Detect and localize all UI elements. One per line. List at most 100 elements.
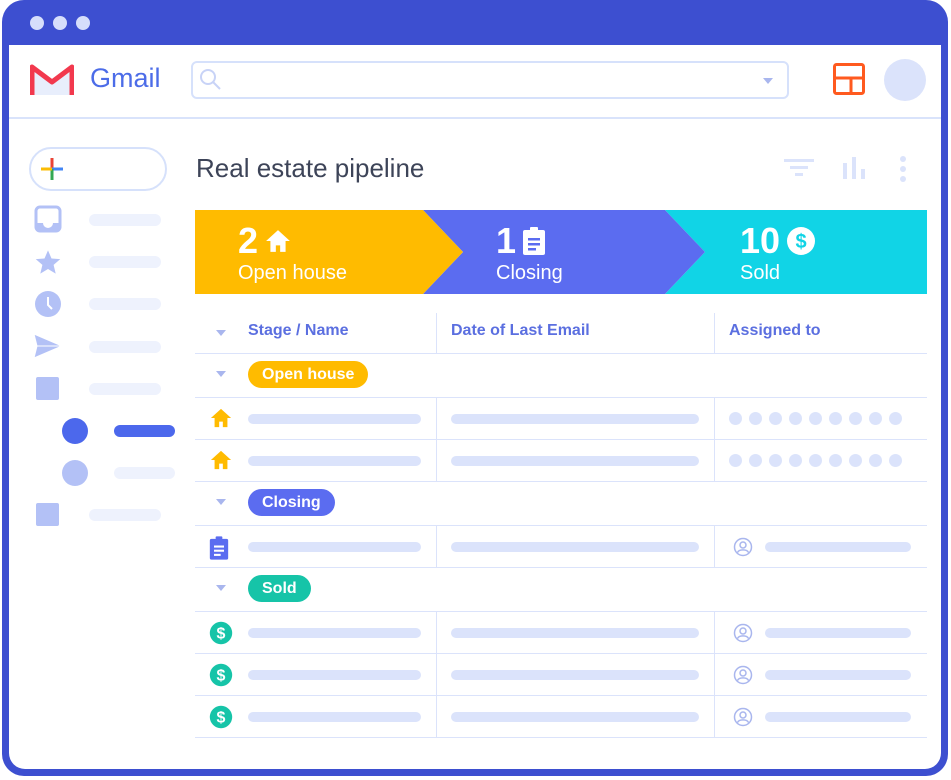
sort-caret-icon[interactable]	[216, 330, 226, 336]
square-icon[interactable]	[36, 503, 59, 526]
name-placeholder[interactable]	[248, 456, 421, 466]
assignee-placeholder-dot	[829, 454, 842, 467]
assignee-placeholder-dot	[889, 454, 902, 467]
inbox-icon[interactable]	[34, 205, 62, 233]
svg-text:$: $	[217, 626, 226, 643]
person-icon[interactable]	[733, 707, 753, 732]
name-placeholder[interactable]	[248, 414, 421, 424]
browser-window: Gmail Real estate pipeline 2 Open house …	[2, 0, 948, 776]
date-placeholder	[451, 414, 699, 424]
svg-text:$: $	[795, 231, 806, 253]
top-bar: Gmail	[9, 45, 941, 119]
dollar-icon: $	[209, 621, 233, 650]
circle-icon[interactable]	[62, 460, 88, 486]
row-divider	[195, 439, 927, 440]
window-dot[interactable]	[76, 16, 90, 30]
column-header-stage-name[interactable]: Stage / Name	[248, 322, 348, 340]
square-icon[interactable]	[36, 377, 59, 400]
date-placeholder	[451, 712, 699, 722]
assignee-placeholder-dot	[749, 412, 762, 425]
group-collapse-icon[interactable]	[216, 585, 226, 591]
clipboard-icon	[523, 227, 546, 255]
assignee-placeholder-dot	[729, 412, 742, 425]
column-divider	[714, 439, 715, 481]
column-divider	[436, 397, 437, 439]
filter-icon[interactable]	[783, 155, 815, 179]
layout-icon[interactable]	[833, 63, 865, 95]
pipeline-funnel: 2 Open house 1 Closing 10 $ Sold	[195, 210, 927, 294]
row-divider	[195, 737, 927, 738]
column-divider	[714, 313, 715, 353]
column-divider	[714, 653, 715, 695]
column-divider	[436, 695, 437, 737]
column-header-date-last-email[interactable]: Date of Last Email	[451, 322, 590, 340]
nav-label-active[interactable]	[114, 425, 175, 437]
window-dot[interactable]	[30, 16, 44, 30]
name-placeholder[interactable]	[248, 628, 421, 638]
name-placeholder[interactable]	[248, 542, 421, 552]
gmail-logo-icon[interactable]	[30, 63, 74, 97]
compose-button[interactable]	[29, 147, 167, 191]
column-divider	[436, 611, 437, 653]
stage-sold[interactable]: 10 $ Sold	[705, 210, 927, 294]
window-controls	[30, 16, 90, 30]
dollar-icon: $	[209, 705, 233, 734]
search-icon	[200, 69, 221, 90]
brand-name[interactable]: Gmail	[90, 63, 161, 94]
stage-label: Open house	[238, 262, 347, 284]
column-divider	[714, 611, 715, 653]
assignee-placeholder-dot	[789, 412, 802, 425]
stage-badge[interactable]: Sold	[248, 575, 311, 602]
nav-label-placeholder[interactable]	[89, 341, 161, 353]
assignee-placeholder-dot	[789, 454, 802, 467]
star-icon[interactable]	[34, 248, 62, 276]
nav-label-placeholder[interactable]	[89, 509, 161, 521]
stage-closing[interactable]: 1 Closing	[463, 210, 663, 294]
column-divider	[436, 313, 437, 353]
assignee-placeholder	[765, 628, 911, 638]
stage-open-house[interactable]: 2 Open house	[195, 210, 423, 294]
column-divider	[714, 525, 715, 567]
row-divider	[195, 695, 927, 696]
stage-count: 2	[238, 220, 259, 261]
circle-icon-active[interactable]	[62, 418, 88, 444]
column-divider	[714, 695, 715, 737]
stage-count: 10	[740, 220, 781, 261]
stage-badge[interactable]: Closing	[248, 489, 335, 516]
send-icon[interactable]	[33, 333, 63, 359]
avatar[interactable]	[884, 59, 926, 101]
nav-label-placeholder[interactable]	[89, 298, 161, 310]
person-icon[interactable]	[733, 537, 753, 562]
row-divider	[195, 653, 927, 654]
dropdown-caret-icon[interactable]	[763, 78, 773, 84]
assignee-placeholder	[765, 670, 911, 680]
group-collapse-icon[interactable]	[216, 371, 226, 377]
assignee-placeholder-dot	[749, 454, 762, 467]
search-input[interactable]	[191, 61, 789, 99]
window-dot[interactable]	[53, 16, 67, 30]
assignee-placeholder-dot	[769, 412, 782, 425]
nav-label-placeholder[interactable]	[89, 256, 161, 268]
stage-badge[interactable]: Open house	[248, 361, 369, 388]
person-icon[interactable]	[733, 665, 753, 690]
bar-chart-icon[interactable]	[841, 155, 869, 181]
clock-icon[interactable]	[34, 290, 62, 318]
assignee-placeholder-dot	[849, 412, 862, 425]
assignee-placeholder-dot	[729, 454, 742, 467]
house-icon	[209, 449, 233, 476]
name-placeholder[interactable]	[248, 670, 421, 680]
nav-label-placeholder[interactable]	[114, 467, 175, 479]
group-collapse-icon[interactable]	[216, 499, 226, 505]
column-header-assigned-to[interactable]: Assigned to	[729, 322, 821, 340]
more-vert-icon[interactable]	[897, 155, 909, 183]
name-placeholder[interactable]	[248, 712, 421, 722]
row-divider	[195, 611, 927, 612]
person-icon[interactable]	[733, 623, 753, 648]
nav-label-placeholder[interactable]	[89, 383, 161, 395]
assignee-placeholder-dot	[869, 412, 882, 425]
column-divider	[714, 397, 715, 439]
house-icon	[209, 407, 233, 434]
app-area: Gmail Real estate pipeline 2 Open house …	[9, 45, 941, 769]
nav-label-placeholder[interactable]	[89, 214, 161, 226]
stage-count: 1	[496, 220, 517, 261]
